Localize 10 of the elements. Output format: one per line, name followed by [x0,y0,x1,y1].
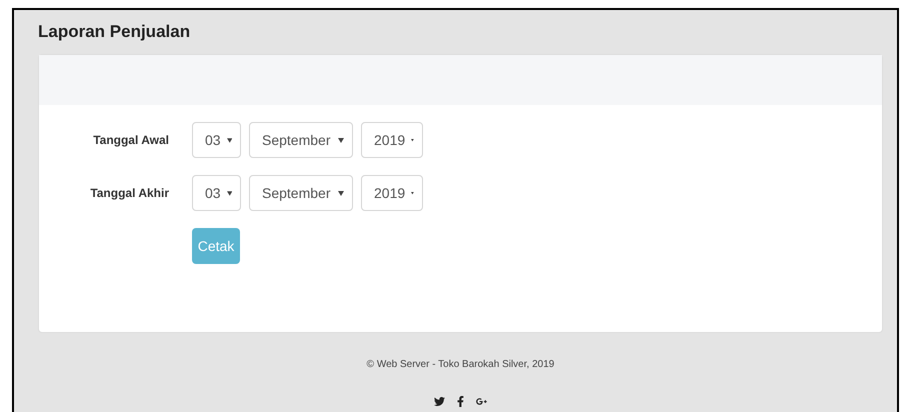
select-field[interactable]: 2019 [361,122,423,158]
select-field[interactable]: 03 [192,175,241,211]
select-field[interactable]: September [249,175,353,211]
select-field[interactable]: 2019 [361,175,423,211]
select-field[interactable]: September [249,122,353,158]
field-label: Tanggal Akhir [90,185,169,202]
page-title: Laporan Penjualan [38,21,190,43]
copyright-text: © Web Server - Toko Barokah Silver, 2019 [366,358,554,372]
field-label: Tanggal Awal [93,132,169,149]
select-field[interactable]: 03 [192,122,241,158]
